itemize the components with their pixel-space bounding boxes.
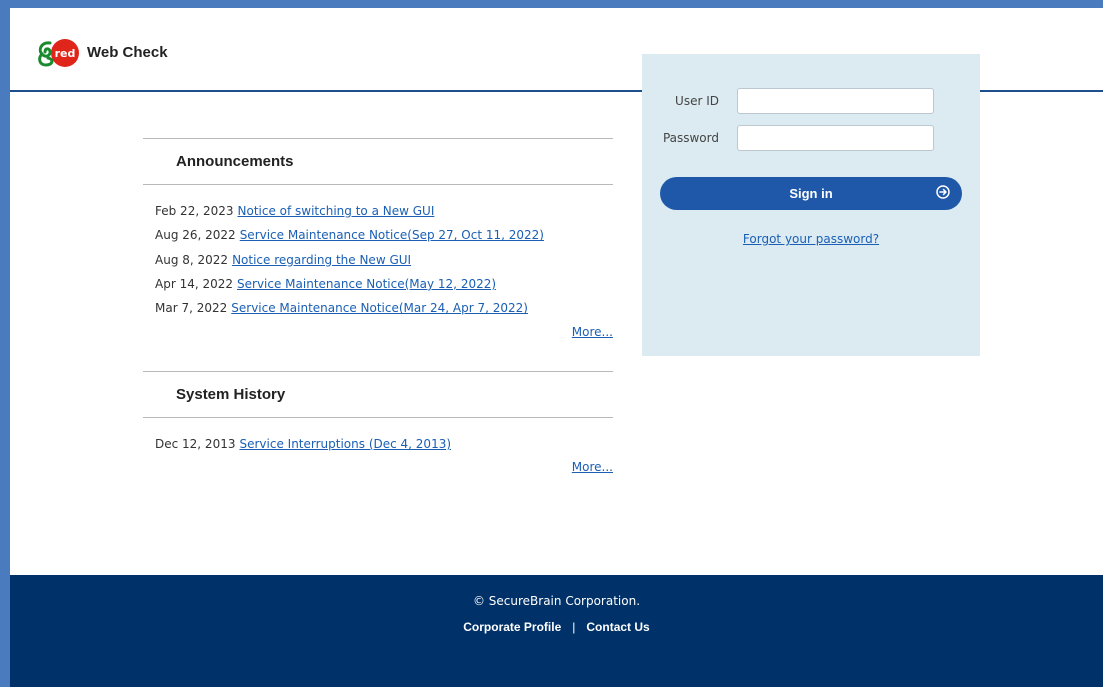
news-link[interactable]: Service Interruptions (Dec 4, 2013): [239, 437, 451, 451]
sign-in-button[interactable]: Sign in: [660, 177, 962, 210]
app-title: Web Check: [87, 44, 168, 61]
gred-logo: red: [38, 39, 79, 67]
login-panel: User ID Password Sign in Forgot your pas…: [642, 54, 980, 356]
list-item: Dec 12, 2013 Service Interruptions (Dec 4…: [155, 436, 613, 460]
list-item: Aug 8, 2022 Notice regarding the New GUI: [155, 252, 613, 276]
announcements-title: Announcements: [176, 153, 294, 170]
announcements-list: Feb 22, 2023 Notice of switching to a New…: [143, 185, 613, 324]
news-date: Mar 7, 2022: [155, 301, 228, 316]
news-date: Apr 14, 2022: [155, 276, 234, 291]
list-item: Aug 26, 2022 Service Maintenance Notice(S…: [155, 227, 613, 251]
arrow-right-circle-icon: [936, 185, 950, 199]
userid-label: User ID: [675, 94, 719, 108]
copyright-text: © SecureBrain Corporation.: [472, 594, 641, 608]
list-item: Feb 22, 2023 Notice of switching to a New…: [155, 203, 613, 227]
history-more-link[interactable]: More...: [572, 460, 613, 474]
footer-links: Corporate Profile | Contact Us: [10, 620, 1103, 634]
userid-input[interactable]: [737, 88, 934, 114]
password-input[interactable]: [737, 125, 934, 151]
news-link[interactable]: Service Maintenance Notice(Sep 27, Oct 1…: [240, 228, 544, 242]
list-item: Mar 7, 2022 Service Maintenance Notice(Ma…: [155, 300, 613, 324]
news-date: Feb 22, 2023: [155, 204, 234, 218]
footer-separator: |: [572, 620, 576, 634]
news-link[interactable]: Service Maintenance Notice(May 12, 2022): [237, 277, 496, 291]
forgot-password-link[interactable]: Forgot your password?: [642, 232, 980, 246]
list-item: Apr 14, 2022 Service Maintenance Notice(M…: [155, 276, 613, 300]
page: red Web Check Announcements Feb 22, 2023…: [10, 8, 1103, 687]
history-list: Dec 12, 2013 Service Interruptions (Dec 4…: [143, 418, 613, 460]
news-link[interactable]: Notice of switching to a New GUI: [238, 204, 435, 218]
announcements-header: Announcements: [143, 138, 613, 185]
contact-us-link[interactable]: Contact Us: [586, 620, 649, 634]
announcements-section: Announcements Feb 22, 2023 Notice of swit…: [143, 138, 613, 339]
news-link[interactable]: Notice regarding the New GUI: [232, 253, 411, 267]
sign-in-label: Sign in: [789, 186, 833, 201]
news-date: Dec 12, 2013: [155, 437, 236, 451]
password-label: Password: [662, 131, 719, 145]
corporate-profile-link[interactable]: Corporate Profile: [463, 620, 561, 634]
logo-text: red: [55, 47, 76, 60]
history-header: System History: [143, 371, 613, 418]
history-section: System History Dec 12, 2013 Service Inter…: [143, 371, 613, 474]
news-date: Aug 8, 2022: [155, 252, 229, 267]
announcements-more-link[interactable]: More...: [572, 325, 613, 339]
news-date: Aug 26, 2022: [155, 228, 236, 243]
history-title: System History: [176, 386, 286, 403]
news-link[interactable]: Service Maintenance Notice(Mar 24, Apr 7…: [231, 301, 528, 315]
footer: © SecureBrain Corporation. Corporate Pro…: [10, 575, 1103, 687]
